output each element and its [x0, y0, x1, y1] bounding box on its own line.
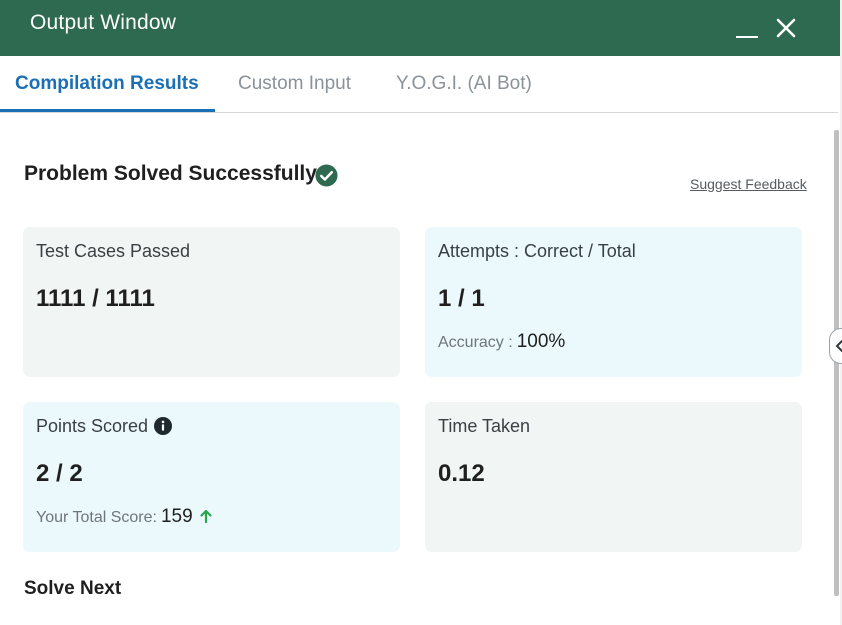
accuracy-value: 100% — [516, 331, 566, 352]
tab-custom-input[interactable]: Custom Input — [238, 73, 351, 95]
tab-compilation-results[interactable]: Compilation Results — [15, 73, 199, 95]
total-score-value: 159 — [160, 506, 193, 527]
points-label-row: Points Scored — [36, 416, 173, 437]
solve-next-link[interactable]: Solve Next — [24, 578, 121, 600]
result-headline: Problem Solved Successfully — [24, 162, 317, 185]
minimize-icon[interactable] — [736, 16, 760, 40]
points-value: 2 / 2 — [36, 460, 83, 487]
close-icon[interactable] — [775, 17, 797, 39]
test-cases-label: Test Cases Passed — [36, 241, 191, 261]
window-titlebar: Output Window — [0, 0, 840, 56]
window-title: Output Window — [30, 11, 177, 34]
attempts-label: Attempts : Correct / Total — [438, 241, 636, 261]
arrow-up-icon — [200, 509, 212, 524]
attempts-value: 1 / 1 — [438, 285, 485, 312]
info-icon[interactable] — [154, 417, 173, 435]
check-circle-icon — [315, 164, 338, 187]
attempts-card: Attempts : Correct / Total 1 / 1 Accurac… — [425, 227, 802, 377]
time-taken-value: 0.12 — [438, 460, 485, 487]
active-tab-indicator — [0, 109, 215, 112]
total-score-label: Your Total Score: — [36, 509, 157, 526]
test-cases-value: 1111 / 1111 — [36, 285, 155, 312]
points-card: Points Scored 2 / 2 Your Total Score: 159 — [23, 402, 400, 552]
accuracy-row: Accuracy :100% — [438, 331, 565, 353]
time-taken-label: Time Taken — [438, 416, 531, 436]
panel-toggle-handle[interactable] — [829, 328, 842, 364]
total-score-row: Your Total Score: 159 — [36, 506, 213, 528]
suggest-feedback-link[interactable]: Suggest Feedback — [690, 176, 807, 192]
chevron-left-icon — [835, 340, 842, 352]
tab-yogi-ai-bot[interactable]: Y.O.G.I. (AI Bot) — [396, 73, 532, 95]
time-taken-card: Time Taken 0.12 — [425, 402, 802, 552]
points-label: Points Scored — [36, 416, 149, 436]
accuracy-label: Accuracy : — [438, 334, 513, 351]
test-cases-card: Test Cases Passed 1111 / 1111 — [23, 227, 400, 377]
output-tabs: Compilation Results Custom Input Y.O.G.I… — [0, 56, 838, 113]
